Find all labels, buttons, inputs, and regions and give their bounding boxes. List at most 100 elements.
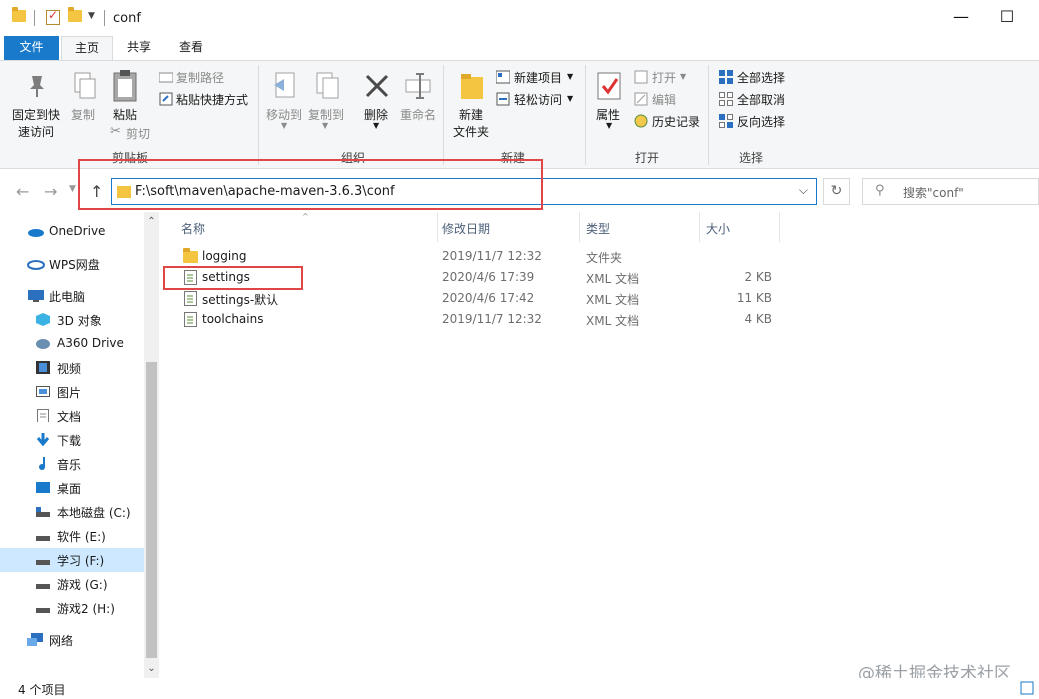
tab-file[interactable]: 文件 xyxy=(4,36,59,60)
xml-file-icon xyxy=(184,312,197,327)
sidebar-item-label: OneDrive xyxy=(49,224,106,238)
table-row[interactable]: settings 2020/4/6 17:39 XML 文档 2 KB xyxy=(160,267,1039,288)
file-type: XML 文档 xyxy=(586,293,640,307)
paste-shortcut-icon xyxy=(159,92,173,106)
sidebar-item-this-pc[interactable]: 此电脑 xyxy=(0,284,144,308)
sidebar-item-label: A360 Drive xyxy=(57,336,124,350)
divider[interactable] xyxy=(699,212,700,242)
scroll-down-arrow-icon[interactable]: ⌄ xyxy=(144,663,159,674)
xml-file-icon xyxy=(184,270,197,285)
recent-locations-chevron-icon[interactable]: ▼ xyxy=(69,184,76,194)
refresh-button[interactable]: ↻ xyxy=(823,178,850,205)
minimize-button[interactable]: — xyxy=(946,6,976,30)
sidebar-item-drive-f[interactable]: 学习 (F:) xyxy=(0,548,144,572)
sidebar-item-drive-g[interactable]: 游戏 (G:) xyxy=(0,572,144,596)
divider xyxy=(258,65,259,165)
rename-icon xyxy=(405,73,431,99)
sidebar-item-label: 视频 xyxy=(57,362,82,376)
disk-icon xyxy=(36,507,50,517)
scroll-thumb[interactable] xyxy=(146,362,157,658)
column-headers: ^ 名称 修改日期 类型 大小 xyxy=(160,212,1039,242)
scroll-up-arrow-icon[interactable]: ⌃ xyxy=(144,216,159,227)
disk-icon xyxy=(36,536,50,541)
column-header-name[interactable]: 名称 xyxy=(181,220,205,237)
group-label-select: 选择 xyxy=(738,151,763,165)
file-size: 11 KB xyxy=(736,291,772,305)
item-count: 4 个项目 xyxy=(18,683,66,697)
sidebar-item-label: 学习 (F:) xyxy=(57,554,105,568)
table-row[interactable]: logging 2019/11/7 12:32 文件夹 xyxy=(160,246,1039,267)
new-folder-label: 新建 xyxy=(459,108,484,122)
sidebar-item-onedrive[interactable]: OneDrive xyxy=(0,220,144,244)
sidebar-scrollbar[interactable]: ⌃ ⌄ xyxy=(144,212,159,678)
back-arrow-icon[interactable]: ← xyxy=(16,182,29,201)
edit-label: 编辑 xyxy=(652,93,677,107)
maximize-button[interactable]: ☐ xyxy=(992,6,1022,30)
file-type: XML 文档 xyxy=(586,314,640,328)
file-type: XML 文档 xyxy=(586,272,640,286)
drive-icon xyxy=(36,339,50,349)
new-folder-quick-icon[interactable] xyxy=(68,7,82,22)
sidebar-item-documents[interactable]: 文档 xyxy=(0,404,144,428)
chevron-down-icon: ▼ xyxy=(322,121,329,130)
cloud-icon xyxy=(27,260,45,270)
sidebar-item-drive-h[interactable]: 游戏2 (H:) xyxy=(0,596,144,620)
paste-label: 粘贴 xyxy=(113,108,138,122)
divider[interactable] xyxy=(779,212,780,242)
clipboard-icon xyxy=(113,70,137,102)
divider xyxy=(34,10,35,26)
invert-selection-icon xyxy=(719,114,733,128)
copy-path-label: 复制路径 xyxy=(176,71,225,85)
tab-home[interactable]: 主页 xyxy=(61,36,113,60)
refresh-icon: ↻ xyxy=(830,183,843,199)
video-icon xyxy=(36,361,50,374)
paste-shortcut-label: 粘贴快捷方式 xyxy=(176,93,249,107)
column-header-modified[interactable]: 修改日期 xyxy=(442,220,490,237)
tab-share[interactable]: 共享 xyxy=(117,36,161,60)
table-row[interactable]: settings-默认 2020/4/6 17:42 XML 文档 11 KB xyxy=(160,288,1039,309)
download-icon xyxy=(36,433,50,446)
sidebar-item-a360[interactable]: A360 Drive xyxy=(0,332,144,356)
view-mode-icon[interactable] xyxy=(1007,680,1035,696)
sidebar-item-desktop[interactable]: 桌面 xyxy=(0,476,144,500)
title-bar: ▼ conf — ☐ xyxy=(0,0,1039,36)
sidebar-item-music[interactable]: 音乐 xyxy=(0,452,144,476)
divider[interactable] xyxy=(437,212,438,242)
sidebar-item-drive-e[interactable]: 软件 (E:) xyxy=(0,524,144,548)
folder-icon xyxy=(12,7,26,22)
sidebar-item-network[interactable]: 网络 xyxy=(0,628,144,652)
file-name: settings-默认 xyxy=(202,293,279,307)
sidebar-item-label: 桌面 xyxy=(57,482,82,496)
pin-label-line2: 速访问 xyxy=(18,125,55,139)
file-name: toolchains xyxy=(202,312,264,326)
sidebar-item-videos[interactable]: 视频 xyxy=(0,356,144,380)
properties-quick-icon[interactable] xyxy=(46,8,60,25)
tab-view[interactable]: 查看 xyxy=(169,36,213,60)
column-header-type[interactable]: 类型 xyxy=(586,220,610,237)
properties-icon xyxy=(597,72,621,100)
sidebar-item-label: 游戏2 (H:) xyxy=(57,602,115,616)
chevron-down-icon[interactable]: ⌵ xyxy=(799,183,808,198)
table-row[interactable]: toolchains 2019/11/7 12:32 XML 文档 4 KB xyxy=(160,309,1039,330)
divider[interactable] xyxy=(579,212,580,242)
sidebar-item-drive-c[interactable]: 本地磁盘 (C:) xyxy=(0,500,144,524)
search-input[interactable]: ⚲ 搜索"conf" xyxy=(862,178,1039,205)
edit-icon xyxy=(634,92,648,106)
chevron-down-icon: ▼ xyxy=(281,121,288,130)
status-bar: 4 个项目 xyxy=(0,678,1039,699)
sidebar-item-label: 游戏 (G:) xyxy=(57,578,108,592)
sidebar-item-3d-objects[interactable]: 3D 对象 xyxy=(0,308,144,332)
music-icon xyxy=(39,457,45,470)
chevron-down-icon: ▼ xyxy=(567,72,574,81)
file-modified: 2019/11/7 12:32 xyxy=(442,249,542,263)
sidebar-item-downloads[interactable]: 下载 xyxy=(0,428,144,452)
sidebar-item-label: 网络 xyxy=(49,634,74,648)
sidebar-item-wps[interactable]: WPS网盘 xyxy=(0,252,144,276)
sidebar-item-pictures[interactable]: 图片 xyxy=(0,380,144,404)
disk-icon xyxy=(36,608,50,613)
forward-arrow-icon[interactable]: → xyxy=(44,182,57,201)
divider xyxy=(104,10,105,26)
customize-toolbar-chevron-icon[interactable]: ▼ xyxy=(88,11,95,21)
column-header-size[interactable]: 大小 xyxy=(706,220,730,237)
pin-icon xyxy=(30,76,44,97)
